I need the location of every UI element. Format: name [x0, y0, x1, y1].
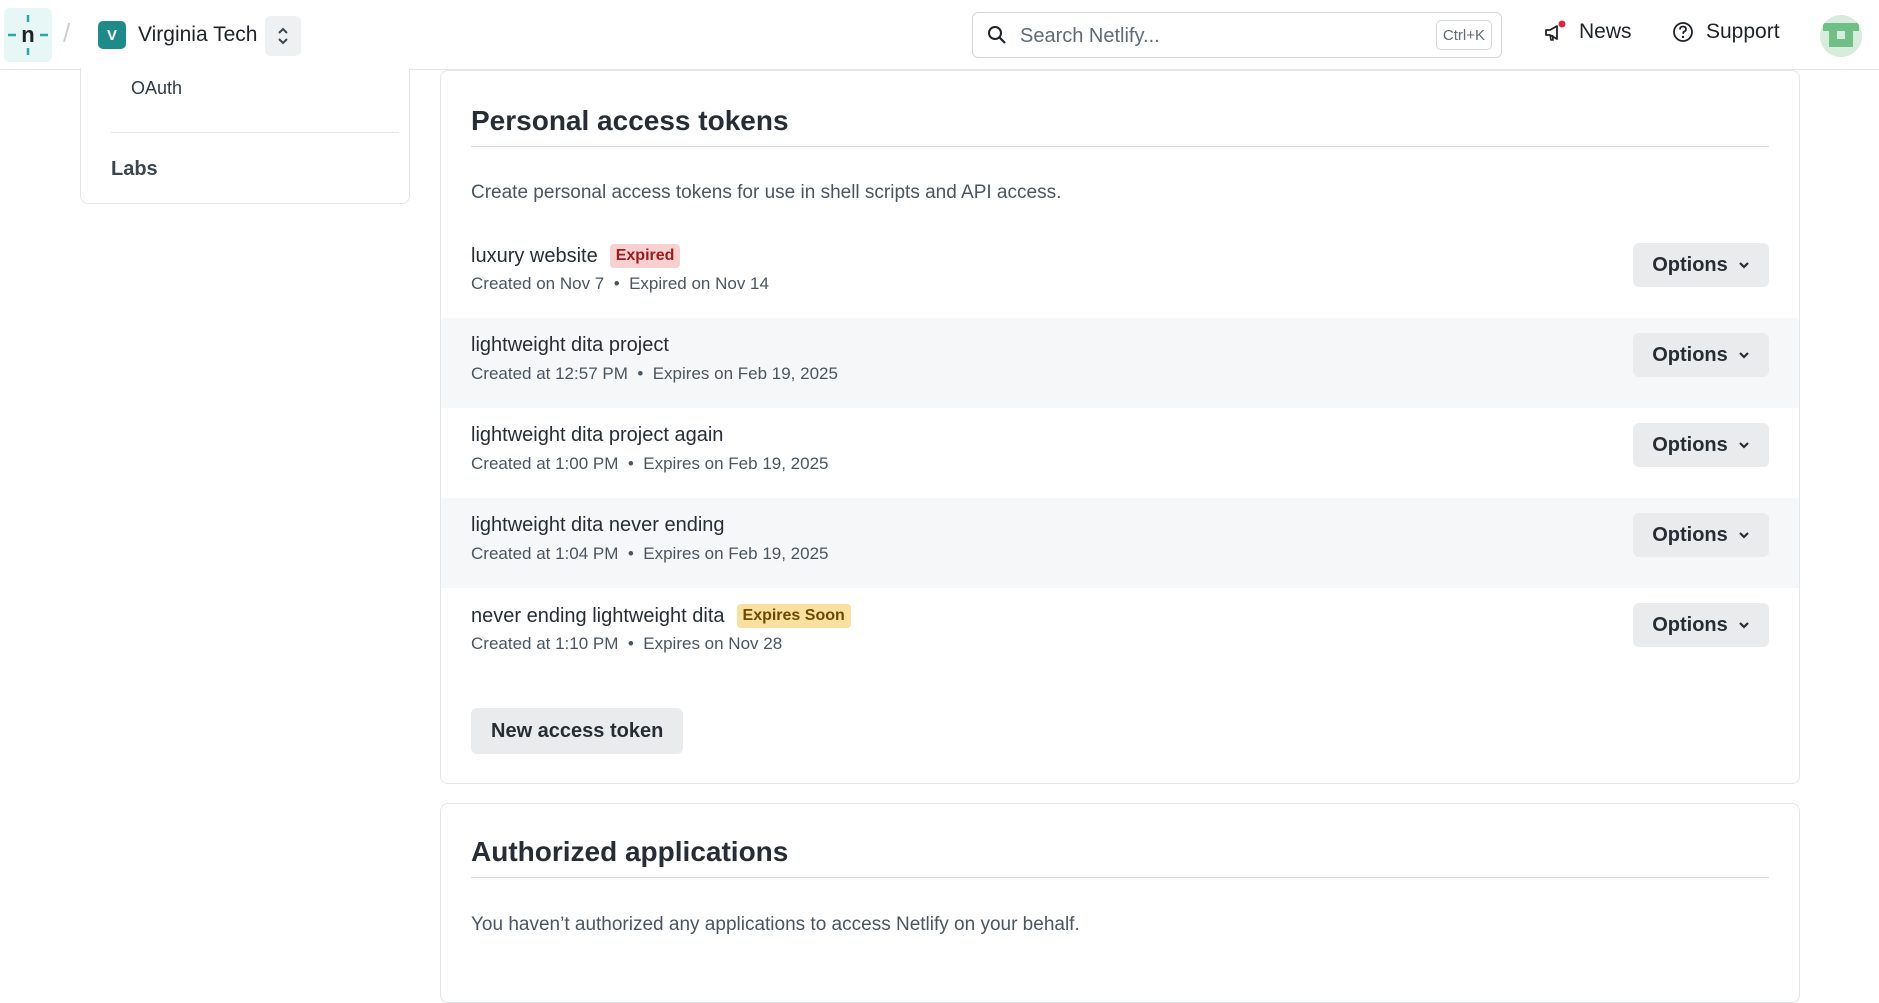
token-name: luxury website [471, 244, 598, 267]
settings-sidebar: OAuth Labs [80, 68, 410, 204]
section-divider [471, 877, 1769, 878]
search-box[interactable]: Ctrl+K [972, 12, 1502, 58]
chevron-down-icon [1738, 622, 1749, 629]
chevron-down-icon [1738, 352, 1749, 359]
token-row: never ending lightweight dita Expires So… [441, 588, 1799, 678]
options-label: Options [1652, 433, 1728, 456]
token-meta: Created at 1:10 PM • Expires on Nov 28 [471, 634, 783, 653]
token-options-button[interactable]: Options [1633, 243, 1769, 287]
support-link[interactable]: Support [1672, 20, 1780, 44]
token-row: lightweight dita project Created at 12:5… [441, 318, 1799, 408]
chevron-down-icon [1738, 532, 1749, 539]
sidebar-item-labs[interactable]: Labs [111, 158, 158, 181]
token-options-button[interactable]: Options [1633, 423, 1769, 467]
token-meta: Created at 12:57 PM • Expires on Feb 19,… [471, 364, 838, 383]
megaphone-icon [1545, 20, 1566, 41]
team-avatar[interactable]: V [98, 21, 126, 49]
options-label: Options [1652, 523, 1728, 546]
netlify-logo-icon[interactable]: n [4, 8, 52, 62]
user-avatar[interactable] [1820, 15, 1862, 57]
token-options-button[interactable]: Options [1633, 513, 1769, 557]
token-meta: Created at 1:04 PM • Expires on Feb 19, … [471, 544, 829, 563]
top-header: n / V Virginia Tech Ctrl+K News Supp [0, 0, 1879, 70]
chevron-down-icon [1738, 442, 1749, 449]
sidebar-item-oauth[interactable]: OAuth [131, 78, 182, 99]
section-title: Personal access tokens [471, 105, 789, 136]
search-shortcut-hint: Ctrl+K [1435, 20, 1492, 50]
chevron-down-icon [1738, 262, 1749, 269]
news-link[interactable]: News [1543, 20, 1632, 44]
section-divider [471, 146, 1769, 147]
status-badge: Expires Soon [736, 604, 851, 628]
token-name: lightweight dita never ending [471, 514, 725, 536]
token-name: lightweight dita project [471, 334, 669, 356]
new-access-token-button[interactable]: New access token [471, 708, 684, 754]
team-switcher-button[interactable] [265, 16, 301, 56]
search-input[interactable] [1018, 21, 1402, 51]
token-meta: Created on Nov 7 • Expired on Nov 14 [471, 274, 769, 293]
support-label: Support [1706, 20, 1780, 43]
chevron-up-down-icon [278, 27, 288, 45]
token-options-button[interactable]: Options [1633, 603, 1769, 647]
token-meta: Created at 1:00 PM • Expires on Feb 19, … [471, 454, 829, 473]
sidebar-divider [111, 132, 399, 133]
svg-text:n: n [21, 22, 34, 47]
section-description: Create personal access tokens for use in… [471, 182, 1062, 203]
token-options-button[interactable]: Options [1633, 333, 1769, 377]
team-name[interactable]: Virginia Tech [138, 23, 257, 47]
section-description: You haven’t authorized any applications … [471, 914, 1080, 935]
token-name: lightweight dita project again [471, 424, 724, 446]
search-icon [988, 26, 1006, 44]
personal-access-tokens-card: Personal access tokens Create personal a… [440, 70, 1800, 784]
token-name: never ending lightweight dita [471, 604, 725, 627]
options-label: Options [1652, 253, 1728, 276]
token-row: luxury website Expired Created on Nov 7 … [441, 228, 1799, 318]
news-label: News [1579, 20, 1632, 43]
options-label: Options [1652, 613, 1728, 636]
section-title: Authorized applications [471, 836, 789, 867]
token-row: lightweight dita never ending Created at… [441, 498, 1799, 588]
authorized-applications-card: Authorized applications You haven’t auth… [440, 803, 1800, 1003]
help-circle-icon [1673, 22, 1693, 42]
options-label: Options [1652, 343, 1728, 366]
breadcrumb-separator: / [63, 18, 71, 48]
token-row: lightweight dita project again Created a… [441, 408, 1799, 498]
status-badge: Expired [609, 244, 681, 268]
